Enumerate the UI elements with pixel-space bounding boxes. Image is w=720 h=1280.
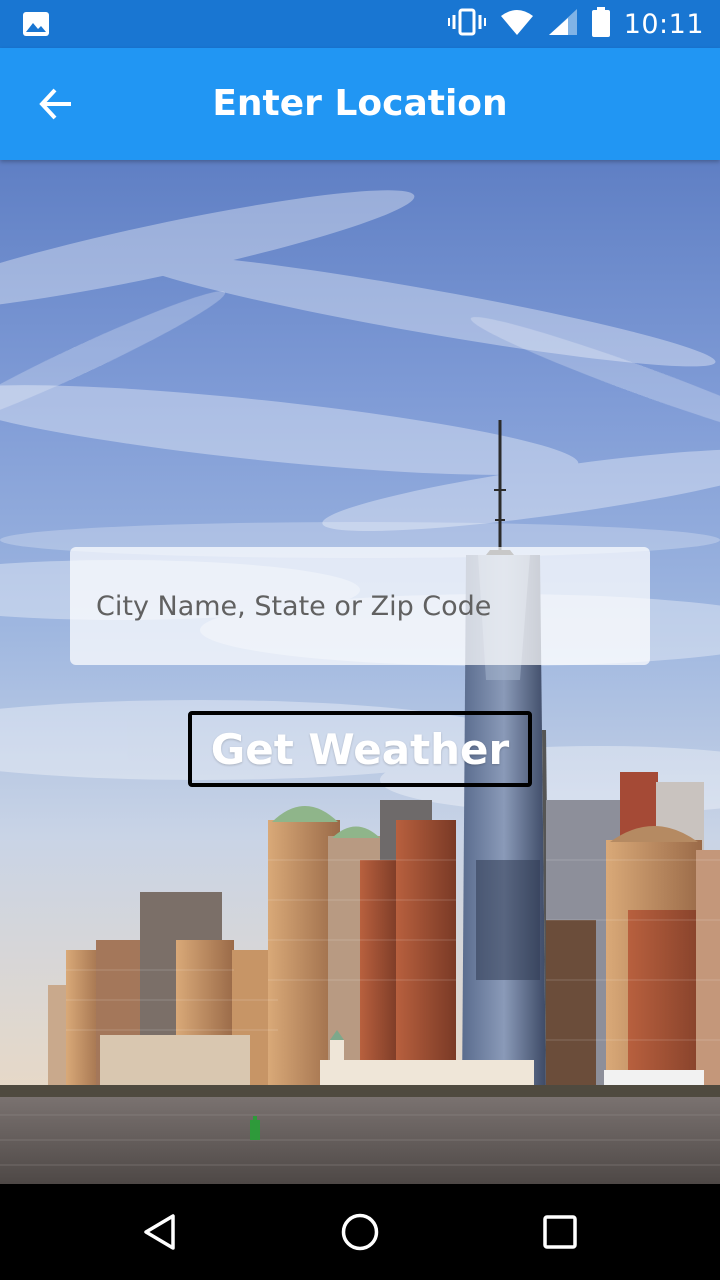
nav-recents-button[interactable]	[528, 1200, 592, 1264]
back-triangle-icon	[144, 1214, 175, 1250]
get-weather-button[interactable]: Get Weather	[188, 711, 532, 787]
background-image	[0, 160, 720, 1184]
home-circle-icon	[341, 1213, 379, 1251]
arrow-back-icon	[39, 88, 71, 120]
page-title: Enter Location	[212, 83, 508, 124]
recents-square-icon	[543, 1215, 577, 1249]
screen: 10:11 Enter Location City Name, State or…	[0, 0, 720, 1280]
nav-back-button[interactable]	[128, 1200, 192, 1264]
status-icons: 10:11	[447, 0, 704, 48]
location-search-field[interactable]	[70, 547, 650, 665]
location-search-input[interactable]	[94, 589, 626, 623]
vibrate-icon	[447, 8, 486, 40]
status-bar: 10:11	[0, 0, 720, 48]
status-time: 10:11	[623, 8, 704, 40]
wifi-icon	[500, 8, 534, 40]
image-notification-icon	[22, 11, 50, 37]
back-button[interactable]	[24, 72, 88, 136]
battery-icon	[591, 7, 610, 41]
app-bar: Enter Location	[0, 48, 720, 160]
nav-home-button[interactable]	[328, 1200, 392, 1264]
navigation-bar	[0, 1184, 720, 1280]
cell-signal-icon	[548, 8, 578, 40]
